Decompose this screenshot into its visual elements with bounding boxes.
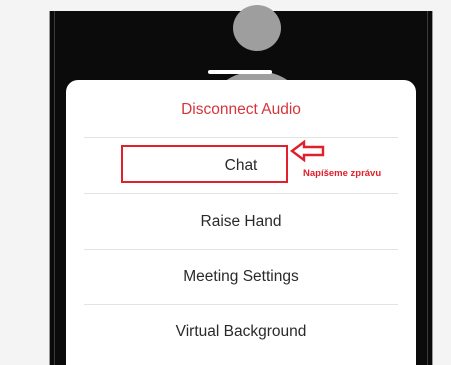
screenshot-stage: Disconnect Audio Chat Raise Hand Meeting… — [0, 0, 451, 365]
menu-item-virtual-background[interactable]: Virtual Background — [84, 304, 398, 360]
menu-item-raise-hand[interactable]: Raise Hand — [84, 194, 398, 250]
menu-item-disconnect-audio[interactable]: Disconnect Audio — [84, 82, 398, 138]
sheet-drag-handle[interactable] — [208, 70, 272, 74]
participant-avatar-head — [233, 5, 281, 51]
menu-item-meeting-settings[interactable]: Meeting Settings — [84, 249, 398, 305]
annotation-arrow-icon — [290, 140, 325, 162]
annotation-highlight-box — [121, 145, 288, 183]
annotation-label: Napíšeme zprávu — [303, 168, 382, 179]
more-options-sheet: Disconnect Audio Chat Raise Hand Meeting… — [66, 70, 416, 365]
